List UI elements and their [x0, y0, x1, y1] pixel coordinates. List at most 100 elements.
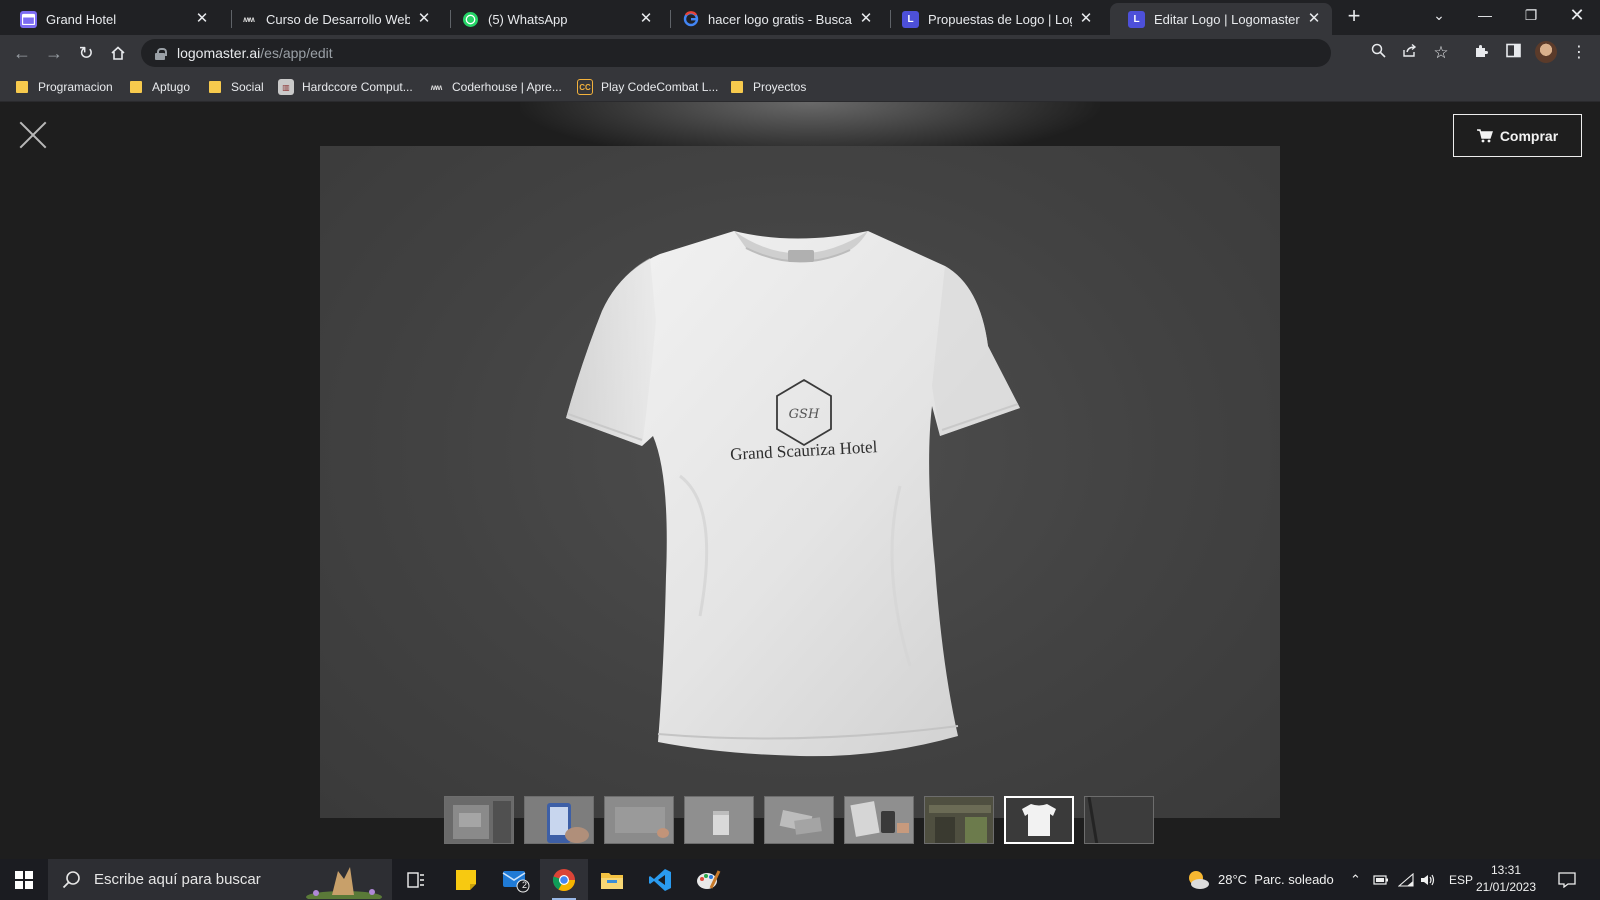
close-tab-icon[interactable]: ✕: [638, 11, 654, 27]
search-icon: [62, 870, 80, 888]
side-panel-icon[interactable]: [1503, 43, 1523, 63]
windows-taskbar: Escribe aquí para buscar 2 28°C Parc. so…: [0, 859, 1600, 900]
sticky-notes-icon[interactable]: [442, 859, 490, 900]
tab-title: Propuestas de Logo | Logoma: [928, 11, 1072, 27]
chrome-icon[interactable]: [540, 859, 588, 900]
notifications-icon[interactable]: [1558, 859, 1576, 900]
weather-widget[interactable]: 28°C Parc. soleado: [1186, 859, 1334, 900]
tab-grand-hotel[interactable]: Grand Hotel ✕: [2, 3, 220, 35]
folder-icon: [209, 81, 221, 93]
folder-icon: [16, 81, 28, 93]
home-icon[interactable]: [104, 39, 132, 67]
battery-icon[interactable]: [1373, 859, 1389, 900]
tab-editar-logo[interactable]: L Editar Logo | Logomaster: On ✕: [1110, 3, 1332, 35]
bookmark-social[interactable]: Social: [209, 77, 264, 97]
reload-icon[interactable]: ↻: [72, 39, 100, 67]
lock-icon[interactable]: [155, 47, 167, 60]
tab-propuestas-logo[interactable]: L Propuestas de Logo | Logoma ✕: [884, 3, 1104, 35]
close-tab-icon[interactable]: ✕: [1078, 11, 1094, 27]
minimize-icon[interactable]: —: [1462, 0, 1508, 30]
thumbnail-building-sign[interactable]: [444, 796, 514, 844]
bookmark-aptugo[interactable]: Aptugo: [130, 77, 190, 97]
thumbnail-paper-bag[interactable]: [684, 796, 754, 844]
tab-curso-desarrollo-web[interactable]: ʍʍ Curso de Desarrollo Web | Pla ✕: [222, 3, 442, 35]
bookmark-label: Coderhouse | Apre...: [452, 80, 562, 94]
bookmark-star-icon[interactable]: ☆: [1431, 43, 1451, 63]
buy-button[interactable]: Comprar: [1453, 114, 1582, 157]
search-placeholder: Escribe aquí para buscar: [94, 871, 261, 888]
show-hidden-icons-icon[interactable]: ⌃: [1350, 859, 1361, 900]
profile-avatar[interactable]: [1535, 41, 1557, 63]
url-path: /es/app/edit: [260, 45, 333, 61]
cart-icon: [1476, 128, 1493, 142]
wifi-icon[interactable]: [1398, 859, 1414, 900]
browser-tab-strip: Grand Hotel ✕ ʍʍ Curso de Desarrollo Web…: [0, 0, 1600, 35]
thumbnail-wall-sign[interactable]: [604, 796, 674, 844]
clock-date: 21/01/2023: [1475, 880, 1537, 894]
mail-badge: 2: [522, 880, 528, 890]
close-window-icon[interactable]: ✕: [1554, 0, 1600, 30]
restore-window-icon[interactable]: ❐: [1508, 0, 1554, 30]
buy-button-label: Comprar: [1499, 127, 1559, 144]
share-icon[interactable]: [1399, 43, 1419, 63]
close-tab-icon[interactable]: ✕: [416, 11, 432, 27]
thumbnail-tshirt-selected[interactable]: [1004, 796, 1074, 844]
close-viewer-icon[interactable]: [18, 120, 48, 150]
codecombat-icon: CC: [577, 79, 593, 95]
tshirt-image: GSH Grand Scauriza Hotel: [566, 231, 1020, 757]
file-explorer-icon[interactable]: [588, 859, 636, 900]
folder-icon: [130, 81, 142, 93]
close-tab-icon[interactable]: ✕: [858, 11, 874, 27]
tab-title: hacer logo gratis - Buscar con: [708, 11, 852, 27]
menu-kebab-icon[interactable]: ⋮: [1569, 43, 1589, 63]
address-bar[interactable]: logomaster.ai/es/app/edit: [141, 39, 1331, 67]
clock-time: 13:31: [1490, 863, 1522, 877]
tab-search-dropdown-icon[interactable]: ⌄: [1416, 0, 1462, 30]
browser-toolbar: ← → ↻ logomaster.ai/es/app/edit ☆ ⋮: [0, 35, 1600, 71]
thumbnail-storefront[interactable]: [924, 796, 994, 844]
clock[interactable]: 13:31 21/01/2023: [1470, 862, 1542, 896]
tab-title: (5) WhatsApp: [488, 11, 568, 27]
thumbnail-phone-app[interactable]: [524, 796, 594, 844]
task-view-icon[interactable]: [392, 859, 440, 900]
google-icon: [682, 11, 699, 28]
mockup-thumbnail-strip: [444, 796, 1154, 844]
taskbar-search-input[interactable]: Escribe aquí para buscar: [48, 859, 392, 900]
extensions-icon[interactable]: [1471, 43, 1491, 63]
coderhouse-icon: ʍʍ: [430, 82, 442, 92]
logomaster-icon: L: [902, 10, 919, 28]
windows-start-icon[interactable]: [0, 859, 48, 900]
bookmark-label: Aptugo: [152, 80, 191, 94]
volume-icon[interactable]: [1420, 859, 1436, 900]
thumbnail-business-card[interactable]: [764, 796, 834, 844]
bookmark-coderhouse[interactable]: ʍʍ Coderhouse | Apre...: [428, 77, 562, 97]
folder-icon: [731, 81, 743, 93]
tab-whatsapp[interactable]: (5) WhatsApp ✕: [444, 3, 664, 35]
partly-sunny-icon: [1189, 870, 1209, 889]
zoom-icon[interactable]: [1368, 43, 1388, 63]
back-icon[interactable]: ←: [8, 39, 36, 67]
forward-icon[interactable]: →: [40, 39, 68, 67]
mail-icon[interactable]: 2: [492, 859, 540, 900]
mockup-viewer: Comprar GSH Grand Scauriza Hotel: [0, 102, 1600, 859]
bookmark-proyectos[interactable]: Proyectos: [731, 77, 806, 97]
neck-label: [788, 250, 814, 262]
paint-icon[interactable]: [684, 859, 732, 900]
bookmarks-bar: Programacion Aptugo Social ▥ Hardccore Co…: [0, 71, 1600, 102]
vscode-icon[interactable]: [636, 859, 684, 900]
weather-text: 28°C Parc. soleado: [1218, 872, 1334, 887]
bookmark-programacion[interactable]: Programacion: [16, 77, 113, 97]
tab-google-search[interactable]: hacer logo gratis - Buscar con ✕: [664, 3, 884, 35]
thumbnail-dark-mockup[interactable]: [1084, 796, 1154, 844]
bookmark-label: Play CodeCombat L...: [601, 80, 719, 94]
new-tab-button[interactable]: +: [1342, 5, 1366, 29]
bookmark-label: Social: [231, 80, 264, 94]
bookmark-label: Hardccore Comput...: [302, 80, 413, 94]
bookmark-hardccore[interactable]: ▥ Hardccore Comput...: [278, 77, 413, 97]
close-tab-icon[interactable]: ✕: [194, 11, 210, 27]
coderhouse-icon: ʍʍ: [243, 14, 254, 24]
close-tab-icon[interactable]: ✕: [1306, 11, 1322, 27]
bookmark-codecombat[interactable]: CC Play CodeCombat L...: [577, 77, 718, 97]
url-host: logomaster.ai: [177, 45, 261, 61]
thumbnail-stationery[interactable]: [844, 796, 914, 844]
